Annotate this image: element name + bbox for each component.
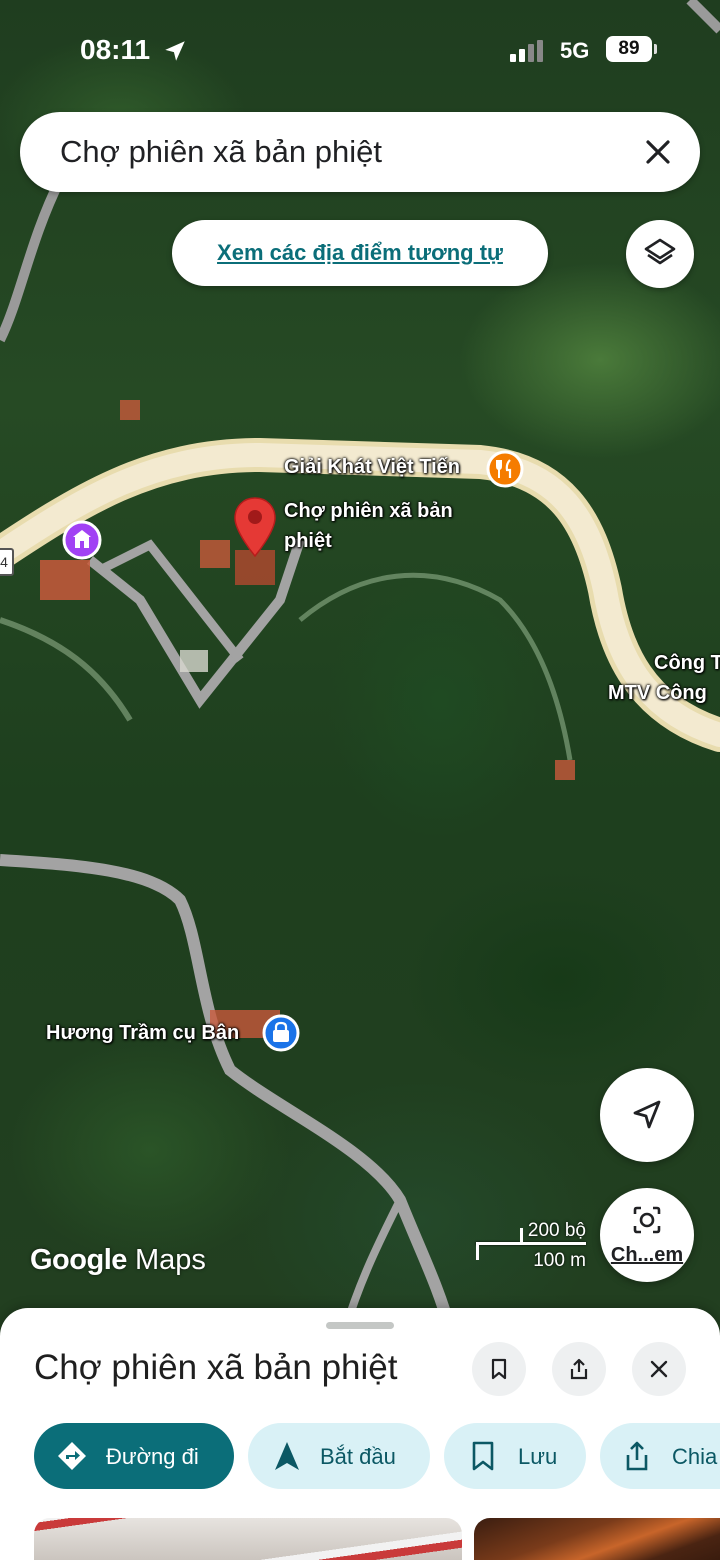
battery-indicator: 89: [606, 36, 657, 62]
lens-button[interactable]: Ch...em: [600, 1188, 694, 1282]
share-icon: [626, 1441, 648, 1471]
share-label: Chia: [672, 1444, 718, 1469]
selected-place-label-line1[interactable]: Chợ phiên xã bản: [284, 500, 453, 523]
selected-place-label-line2[interactable]: phiệt: [284, 530, 332, 553]
place-title: Chợ phiên xã bản phiệt: [34, 1348, 398, 1387]
logo-maps-text: Maps: [134, 1244, 206, 1276]
map-scale: 200 bộ 100 m: [476, 1220, 586, 1276]
save-button[interactable]: Lưu: [444, 1423, 586, 1489]
scale-metric: 100 m: [533, 1250, 586, 1271]
place-photo[interactable]: [34, 1518, 462, 1560]
search-bar[interactable]: Chợ phiên xã bản phiệt: [20, 112, 700, 192]
close-sheet-button[interactable]: [632, 1342, 686, 1396]
company-label-line2[interactable]: MTV Công: [608, 682, 707, 705]
company-label-line1[interactable]: Công T: [654, 652, 720, 675]
search-input[interactable]: Chợ phiên xã bản phiệt: [60, 134, 382, 170]
landmark-icon: [62, 520, 102, 560]
selected-place-pin[interactable]: [233, 496, 277, 563]
place-photo[interactable]: [474, 1518, 720, 1560]
similar-places-button[interactable]: Xem các địa điểm tương tự: [172, 220, 548, 286]
logo-google-text: Google: [30, 1244, 127, 1276]
road-shield-number: 4: [0, 554, 8, 570]
road-shield: 4: [0, 548, 14, 576]
navigation-arrow-icon: [275, 1442, 299, 1470]
action-chips: Đường đi Bắt đầu Lưu Chia: [34, 1423, 720, 1489]
navigation-arrow-icon: [633, 1100, 661, 1129]
directions-button[interactable]: Đường đi: [34, 1423, 234, 1489]
scale-imperial: 200 bộ: [527, 1220, 586, 1241]
scale-bar: [476, 1242, 586, 1245]
share-place-button[interactable]: [552, 1342, 606, 1396]
restaurant-icon: [486, 450, 524, 488]
start-label: Bắt đầu: [320, 1444, 396, 1469]
share-button[interactable]: Chia: [600, 1423, 720, 1489]
directions-icon: [58, 1442, 86, 1470]
bookmark-icon: [472, 1441, 494, 1471]
lens-label: Ch...em: [610, 1244, 684, 1266]
status-time: 08:11: [80, 34, 151, 65]
shop-label[interactable]: Hương Trầm cụ Bân: [46, 1022, 239, 1045]
google-maps-logo: Google Maps: [30, 1244, 206, 1277]
save-place-button[interactable]: [472, 1342, 526, 1396]
location-arrow-icon: [165, 41, 185, 61]
my-location-button[interactable]: [600, 1068, 694, 1162]
restaurant-poi-marker[interactable]: [486, 450, 524, 493]
location-pin-icon: [234, 497, 276, 558]
shop-poi-marker[interactable]: [262, 1014, 300, 1057]
close-icon[interactable]: [638, 132, 678, 172]
landmark-poi-marker[interactable]: [62, 520, 102, 565]
place-photos: [34, 1518, 720, 1560]
layers-button[interactable]: [626, 220, 694, 288]
place-bottom-sheet[interactable]: Chợ phiên xã bản phiệt Đường đi Bắt đầu …: [0, 1308, 720, 1560]
drag-handle[interactable]: [326, 1322, 394, 1329]
layers-icon: [644, 238, 676, 265]
restaurant-label[interactable]: Giải Khát Việt Tiến: [284, 456, 460, 479]
bookmark-icon: [491, 1358, 507, 1380]
cellular-signal-icon: [510, 40, 543, 62]
close-icon: [650, 1360, 668, 1378]
share-icon: [570, 1358, 588, 1380]
directions-label: Đường đi: [106, 1444, 199, 1469]
shopping-bag-icon: [262, 1014, 300, 1052]
save-label: Lưu: [518, 1444, 558, 1469]
status-bar: 08:11 5G 89: [0, 0, 720, 100]
camera-lens-icon: [633, 1206, 661, 1234]
start-button[interactable]: Bắt đầu: [248, 1423, 430, 1489]
network-type: 5G: [560, 38, 590, 63]
